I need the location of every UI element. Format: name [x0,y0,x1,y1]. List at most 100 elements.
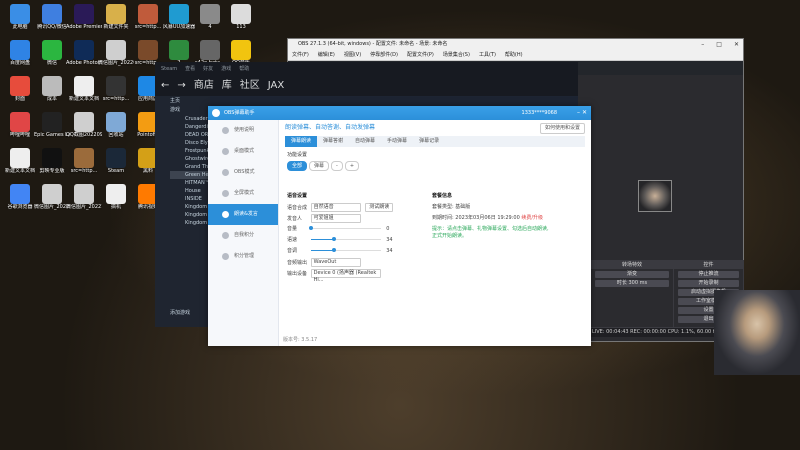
tab[interactable]: 弹幕答谢 [317,136,349,147]
steam-menu-item[interactable]: 好友 [203,66,213,72]
expire-value: 2023年03月06日 19:29:00 [455,215,520,221]
steam-games-header[interactable]: 游戏 [155,105,210,114]
steam-game-item[interactable]: House [170,187,210,195]
sidebar-item[interactable]: 全屏模式 [208,183,278,204]
steam-menu-item[interactable]: 查看 [185,66,195,72]
steam-nav-item[interactable]: 商店 [194,80,214,91]
desktop-icon[interactable]: 新建文本文档 [66,76,102,112]
obs-menu-item[interactable]: 配置文件(P) [407,52,434,58]
steam-game-item[interactable]: Grand Theft... [170,163,210,171]
obs-control-button[interactable]: 开始录制 [678,280,739,287]
sidebar-item[interactable]: 朗读&发言 [208,204,278,225]
desktop-icon[interactable]: 剪映专业版 [34,148,70,184]
add-game-button[interactable]: 添加游戏 [155,308,190,317]
sidebar-item[interactable]: OBS模式 [208,162,278,183]
filter-pill[interactable]: + [344,161,360,171]
desktop-icon[interactable]: 哔哩哔哩 [2,112,38,148]
sidebar-item[interactable]: 桌面模式 [208,141,278,162]
tab[interactable]: 弹幕朗读 [285,136,318,147]
renew-link[interactable]: 续费/升级 [521,215,543,221]
steam-game-item[interactable]: Kingdom Ru... [170,219,210,227]
steam-nav-item[interactable]: 库 [222,80,232,91]
tab[interactable]: 手动弹幕 [381,136,413,147]
voice-engine-select[interactable]: 自然语音 [310,203,361,212]
desktop-icon[interactable]: 腾讯QQ/微信 [34,4,70,40]
steam-game-item[interactable]: Kingdom Ru... [170,211,210,219]
steam-game-item[interactable]: INSIDE [170,195,210,203]
account-id[interactable]: 1333****9068 [522,106,557,120]
steam-game-item[interactable]: Kingdom Ru... [170,203,210,211]
minimize-icon[interactable]: – [577,109,580,116]
steam-game-item[interactable]: Crusader Kings [170,115,210,123]
close-icon[interactable]: ✕ [582,109,587,116]
desktop-icon[interactable]: QQ截图2022090... [66,112,102,148]
desktop-icon[interactable]: src=http... [66,148,102,184]
steam-game-item[interactable]: Dangerdisp... [170,123,210,131]
tab[interactable]: 自动弹幕 [349,136,381,147]
sidebar-item-label: 使用说明 [234,127,255,133]
steam-nav-item[interactable]: 社区 [240,80,260,91]
steam-menu-item[interactable]: Steam [161,66,177,72]
obs-menu-item[interactable]: 视图(V) [344,52,361,58]
steam-game-item[interactable]: Frostpunk [170,147,210,155]
sidebar-item[interactable]: 使用说明 [208,120,278,141]
desktop-icon-image [169,4,189,24]
desktop-icon[interactable]: Adobe Premiere [66,4,102,40]
obs-control-button[interactable]: 停止推流 [678,271,739,278]
steam-nav-item[interactable]: JAX [268,80,284,91]
desktop-icon[interactable]: 回收站 [98,112,134,148]
steam-game-item[interactable]: DEAD OR AL... [170,131,210,139]
steam-menu-item[interactable]: 游戏 [221,66,231,72]
test-read-button[interactable]: 测试朗读 [365,203,394,212]
desktop-icon[interactable]: Adobe Photoshop [66,40,102,76]
steam-game-item[interactable]: Green Hell [170,171,210,179]
obs-menu-item[interactable]: 编辑(E) [318,52,335,58]
obs-menu-item[interactable]: 场景集合(S) [443,52,470,58]
volume-slider[interactable] [308,225,381,232]
desktop-icon[interactable]: 新建文本文档 [2,148,38,184]
desktop-icon[interactable]: 此电脑 [2,4,38,40]
desktop-icon[interactable]: src=http... [98,76,134,112]
desktop-icon[interactable]: 封面 [2,76,38,112]
audio-output-select[interactable]: WaveOut [310,258,361,267]
desktop-icon[interactable]: 新建文件夹 [98,4,134,40]
help-button[interactable]: 如何使用和设置 [539,123,585,134]
steam-game-item[interactable]: Ghostwire: T... [170,155,210,163]
steam-game-item[interactable]: HITMAN™ 2 [170,179,210,187]
filter-pill[interactable]: - [331,161,343,171]
steam-home[interactable]: 主页 [155,96,210,105]
tab[interactable]: 弹幕记录 [413,136,445,147]
output-device-select[interactable]: Device 0 (扬声器 (Realtek Hi... [310,269,381,283]
transition-duration[interactable]: 时长 300 ms [595,280,669,287]
desktop-icon[interactable]: 微信图片_2022081... [34,184,70,220]
filter-pill[interactable]: 弹幕 [309,161,330,171]
desktop-icon[interactable]: 微信 [34,40,70,76]
desktop-icon[interactable]: 微信图片_2022101... [66,184,102,220]
desktop-icon[interactable]: 微信图片_2022081... [98,40,134,76]
minimize-icon[interactable]: – [701,41,704,48]
desktop-icon[interactable]: 谷歌浏览器 [2,184,38,220]
back-arrow-icon[interactable]: ← [161,80,169,91]
obs-menu-item[interactable]: 文件(F) [292,52,309,58]
sidebar-item[interactable]: 自我积分 [208,225,278,246]
close-icon[interactable]: ✕ [734,41,739,48]
desktop-icon[interactable]: 成本 [34,76,70,112]
obs-menu-item[interactable]: 帮助(H) [505,52,523,58]
speed-slider[interactable] [310,236,381,243]
forward-arrow-icon[interactable]: → [177,80,185,91]
desktop-icon[interactable]: 113 [223,4,259,40]
desktop-icon[interactable]: Epic Games Launcher [34,112,70,148]
desktop-icon[interactable]: 搞机 [98,184,134,220]
sidebar-item[interactable]: 积分管理 [208,246,278,267]
voice-person-select[interactable]: 可爱姐姐 [310,214,361,223]
desktop-icon[interactable]: Steam [98,148,134,184]
maximize-icon[interactable]: □ [716,41,722,48]
desktop-icon[interactable]: 百度网盘 [2,40,38,76]
steam-game-item[interactable]: Disco Elysiu... [170,139,210,147]
transition-select[interactable]: 渐变 [595,271,669,278]
filter-pill[interactable]: 全部 [287,161,308,171]
obs-menu-item[interactable]: 工具(T) [479,52,496,58]
steam-menu-item[interactable]: 帮助 [239,66,249,72]
obs-menu-item[interactable]: 停靠部件(D) [370,52,398,58]
pitch-slider[interactable] [310,247,381,254]
